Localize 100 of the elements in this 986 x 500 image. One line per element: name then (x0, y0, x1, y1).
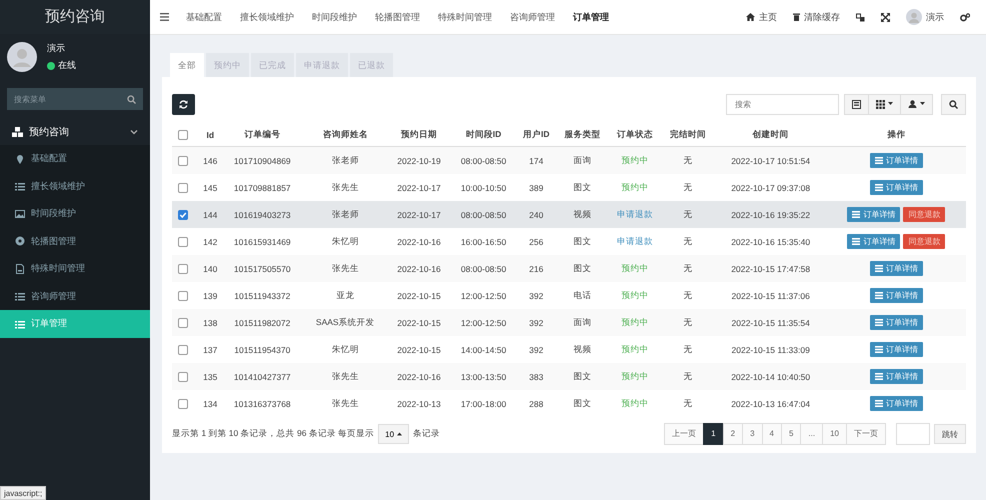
nav-link[interactable]: 特殊时间管理 (429, 0, 501, 34)
nav-link[interactable]: 轮播图管理 (366, 0, 429, 34)
status-cell: 预约中 (608, 309, 662, 336)
table-cell: 2022-10-17 (387, 174, 451, 201)
nav-link[interactable]: 订单管理 (564, 0, 618, 34)
table-cell: 139 (199, 282, 222, 309)
table-cell: 17:00-18:00 (450, 390, 516, 417)
table-cell: 101517505570 (221, 255, 304, 282)
page-link[interactable]: 3 (742, 423, 763, 445)
page-link[interactable]: 4 (762, 423, 782, 445)
menu-item[interactable]: 时间段维护 (0, 200, 150, 228)
order-details-button[interactable]: 订单详情 (870, 342, 923, 357)
table-cell: 2022-10-15 11:33:09 (714, 336, 827, 363)
menu-item[interactable]: 特殊时间管理 (0, 255, 150, 282)
table-cell: 216 (516, 255, 556, 282)
menu-search-field[interactable]: 搜索菜单 (7, 88, 143, 110)
row-checkbox[interactable] (178, 290, 188, 301)
row-checkbox[interactable] (178, 372, 188, 382)
menu-item[interactable]: 基础配置 (0, 145, 150, 172)
home-link[interactable]: 主页 (738, 0, 785, 34)
table-cell: 101615931469 (221, 228, 304, 255)
menu-group[interactable]: 预约咨询 (0, 118, 150, 145)
search-field[interactable]: 搜索 (726, 94, 839, 114)
menu-item[interactable]: 咨询师管理 (0, 282, 150, 310)
row-checkbox[interactable] (178, 236, 188, 247)
export-button[interactable] (900, 94, 933, 114)
table-cell: 无 (662, 363, 714, 390)
page-link[interactable]: 5 (780, 423, 802, 445)
page-size-dropdown[interactable]: 10 (378, 424, 410, 444)
table-cell: 2022-10-15 (387, 282, 451, 309)
approve-refund-button[interactable]: 同意退款 (903, 207, 946, 222)
toggle-view-button[interactable] (844, 94, 869, 114)
row-checkbox[interactable] (178, 182, 188, 193)
page-link[interactable]: 下一页 (846, 423, 886, 445)
table-cell: 383 (516, 363, 556, 390)
order-details-button[interactable]: 订单详情 (847, 234, 900, 249)
table-cell: 张先生 (303, 174, 388, 201)
table-cell: 视频 (556, 336, 609, 363)
pagination-label: 条记录 (413, 428, 440, 440)
page-link[interactable]: ... (800, 423, 824, 445)
nav-link[interactable]: 擅长领域维护 (231, 0, 303, 34)
user-status: 在线 (58, 59, 76, 72)
order-details-button[interactable]: 订单详情 (870, 288, 923, 303)
row-checkbox[interactable] (178, 156, 188, 166)
table-cell: 图文 (556, 255, 609, 282)
row-checkbox[interactable] (178, 264, 188, 274)
list-icon (852, 211, 860, 218)
order-details-button[interactable]: 订单详情 (870, 315, 923, 330)
order-details-button[interactable]: 订单详情 (870, 180, 923, 195)
menu-item[interactable]: 轮播图管理 (0, 228, 150, 255)
menu-item[interactable]: 擅长领域维护 (0, 172, 150, 200)
search-button[interactable] (941, 94, 966, 114)
row-checkbox[interactable] (178, 318, 188, 328)
table-cell: 392 (516, 309, 556, 336)
table-cell: 101511943372 (221, 282, 304, 309)
page-number-field[interactable] (896, 423, 930, 445)
table-cell: 张先生 (303, 390, 388, 417)
user-menu[interactable]: 演示 (898, 0, 952, 34)
table-cell: 2022-10-16 (387, 228, 451, 255)
refresh-button[interactable] (172, 94, 195, 114)
table-cell: 无 (662, 146, 714, 174)
user-name: 演示 (47, 42, 66, 55)
avatar-icon (7, 42, 37, 72)
table-cell: 图文 (556, 363, 609, 390)
clear-cache-link[interactable]: 清除缓存 (785, 0, 848, 34)
table-cell: 2022-10-19 (387, 146, 451, 174)
page-link[interactable]: 10 (822, 423, 847, 445)
table-cell: 无 (662, 201, 714, 228)
row-checkbox[interactable] (178, 398, 188, 409)
table-cell: 图文 (556, 174, 609, 201)
table-cell: 电话 (556, 282, 609, 309)
table-cell: 2022-10-16 (387, 255, 451, 282)
page-link[interactable]: 2 (722, 423, 744, 445)
select-all-checkbox[interactable] (178, 130, 188, 140)
status-cell: 预约中 (608, 255, 662, 282)
row-checkbox[interactable] (178, 210, 188, 220)
nav-link[interactable]: 时间段维护 (303, 0, 366, 34)
row-checkbox[interactable] (178, 344, 188, 355)
order-details-button[interactable]: 订单详情 (870, 261, 923, 276)
table-cell: 张老师 (303, 146, 388, 174)
nav-link[interactable]: 基础配置 (177, 0, 231, 34)
table-cell: 2022-10-15 (387, 309, 451, 336)
jump-button[interactable]: 跳转 (934, 424, 966, 444)
table-cell: 146 (199, 146, 222, 174)
nav-link[interactable]: 咨询师管理 (501, 0, 564, 34)
tab[interactable]: 全部 (170, 53, 204, 77)
columns-button[interactable] (868, 94, 901, 114)
search-icon (949, 100, 958, 108)
caret-icon (888, 102, 893, 106)
approve-refund-button[interactable]: 同意退款 (903, 234, 946, 249)
order-details-button[interactable]: 订单详情 (847, 207, 900, 222)
order-details-button[interactable]: 订单详情 (870, 369, 923, 384)
table-cell: 张老师 (303, 201, 388, 228)
order-details-button[interactable]: 订单详情 (870, 396, 923, 411)
list-icon (874, 184, 883, 191)
table-cell: 101410427377 (221, 363, 304, 390)
order-details-button[interactable]: 订单详情 (870, 153, 923, 168)
page-link[interactable]: 1 (703, 423, 724, 445)
expand-icon (881, 12, 890, 22)
page-link[interactable]: 上一页 (664, 423, 704, 445)
